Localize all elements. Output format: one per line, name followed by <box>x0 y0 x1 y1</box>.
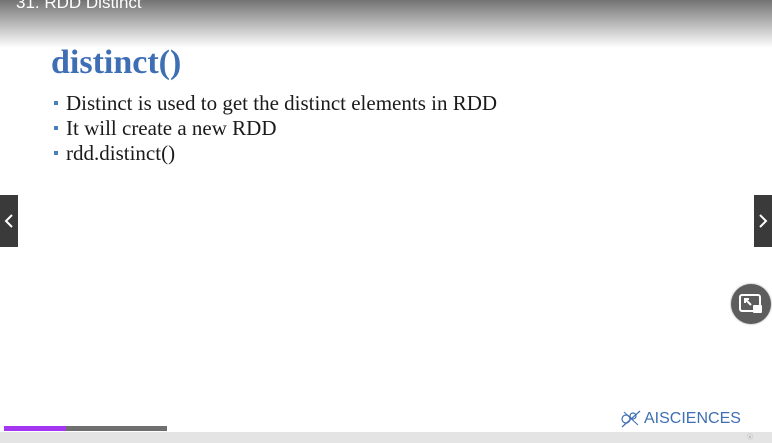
chevron-right-icon <box>759 214 768 228</box>
picture-in-picture-button[interactable] <box>731 284 771 324</box>
bullet-marker <box>54 151 58 155</box>
bullet-item: Distinct is used to get the distinct ele… <box>52 91 497 116</box>
bullet-text: rdd.distinct() <box>66 141 176 165</box>
previous-button[interactable] <box>0 195 18 247</box>
bullet-item: It will create a new RDD <box>52 116 497 141</box>
bullet-list: Distinct is used to get the distinct ele… <box>52 91 497 166</box>
progress-bar[interactable] <box>4 426 167 431</box>
bullet-text: It will create a new RDD <box>66 116 277 140</box>
logo-text: AISCIENCES <box>644 410 741 427</box>
bullet-item: rdd.distinct() <box>52 141 497 166</box>
bullet-text: Distinct is used to get the distinct ele… <box>66 91 498 115</box>
logo-icon <box>621 410 641 428</box>
bullet-marker <box>54 101 58 105</box>
video-title: 31. RDD Distinct <box>16 0 142 12</box>
progress-fill <box>4 426 66 431</box>
chevron-left-icon <box>4 214 13 228</box>
bottom-bar <box>0 432 772 443</box>
picture-in-picture-icon <box>739 294 762 313</box>
aisciences-logo: AISCIENCES <box>620 409 741 429</box>
slide-heading: distinct() <box>51 44 182 81</box>
next-button[interactable] <box>754 195 772 247</box>
bullet-marker <box>54 126 58 130</box>
watermark-icon: ⓤ <box>747 434 754 441</box>
